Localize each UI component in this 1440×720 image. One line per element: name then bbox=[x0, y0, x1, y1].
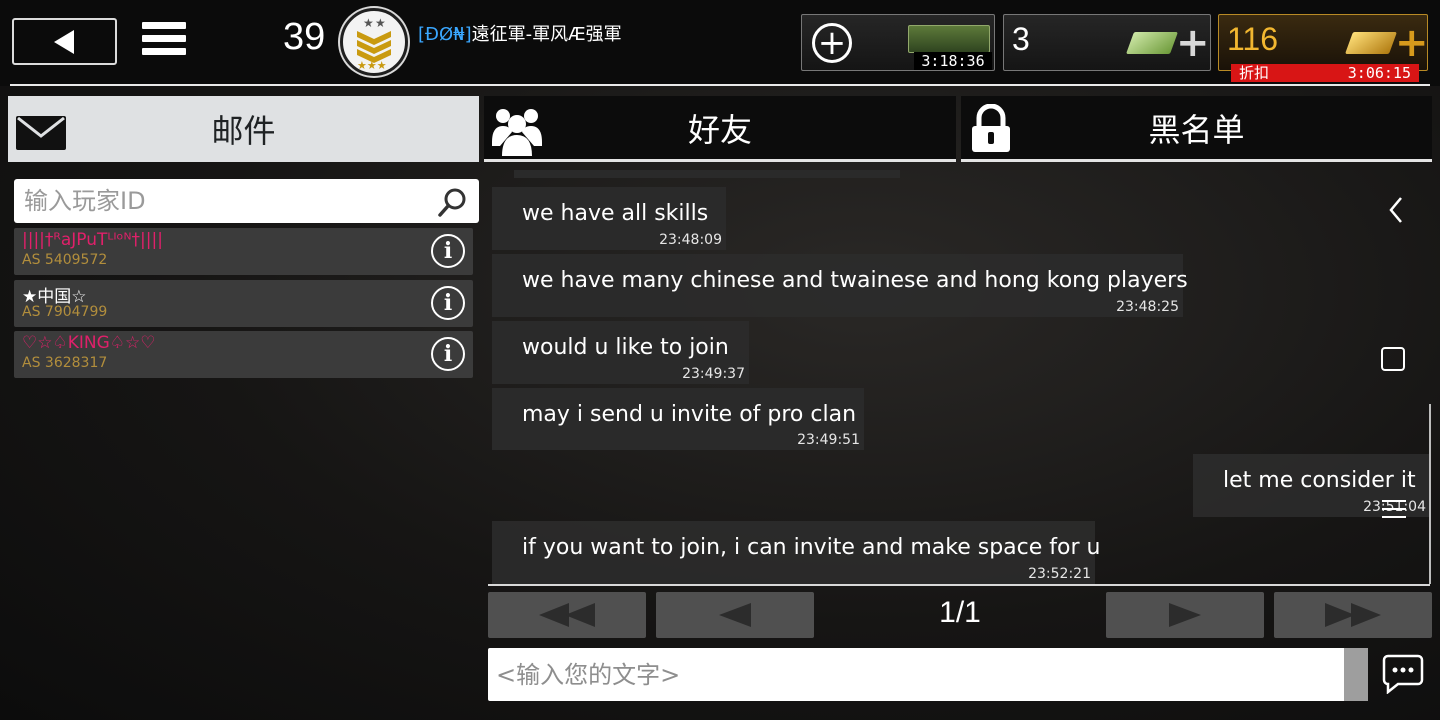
tab-blacklist[interactable]: 黑名单 bbox=[961, 96, 1432, 162]
gold-resource[interactable]: 116 + 折扣 3:06:15 bbox=[1218, 14, 1429, 82]
back-button[interactable] bbox=[12, 18, 117, 65]
back-arrow-icon bbox=[53, 29, 74, 54]
tab-friends-label: 好友 bbox=[687, 110, 752, 149]
cash-count: 3 bbox=[1012, 21, 1030, 57]
tab-blacklist-label: 黑名单 bbox=[1148, 110, 1245, 149]
crate-icon bbox=[908, 25, 990, 53]
hamburger-icon bbox=[142, 22, 186, 29]
chat-message: would u like to join 23:49:37 bbox=[492, 321, 749, 384]
message-time: 23:49:51 bbox=[797, 432, 860, 448]
message-time: 23:48:09 bbox=[659, 232, 722, 248]
svg-text:★: ★ bbox=[375, 16, 386, 30]
player-id: AS 7904799 bbox=[22, 304, 108, 320]
player-row[interactable]: ★中国☆ AS 7904799 i bbox=[14, 280, 473, 327]
tab-mail[interactable]: 邮件 bbox=[8, 96, 479, 162]
message-text: we have all skills bbox=[522, 201, 709, 226]
chevron-left-icon[interactable] bbox=[1388, 196, 1404, 224]
tab-friends[interactable]: 好友 bbox=[484, 96, 956, 162]
last-page-button[interactable] bbox=[1274, 592, 1432, 638]
info-icon[interactable]: i bbox=[431, 337, 465, 371]
chat-message: we have many chinese and twainese and ho… bbox=[492, 254, 1188, 317]
prev-page-button[interactable] bbox=[656, 592, 814, 638]
chat-message: may i send u invite of pro clan 23:49:51 bbox=[492, 388, 864, 450]
player-search bbox=[14, 179, 479, 223]
crate-timer: 3:18:36 bbox=[914, 52, 992, 70]
message-text: would u like to join bbox=[522, 335, 729, 360]
message-text: if you want to join, i can invite and ma… bbox=[522, 535, 1101, 560]
discount-bar: 折扣 3:06:15 bbox=[1231, 64, 1419, 82]
player-name: ♡☆♤KING♤☆♡ bbox=[22, 333, 156, 353]
clan-tag: [ĐØ₦] bbox=[418, 24, 472, 45]
message-time: 23:52:21 bbox=[1028, 566, 1091, 582]
search-icon[interactable] bbox=[437, 186, 469, 218]
chat-message: if you want to join, i can invite and ma… bbox=[492, 521, 1100, 584]
lines-icon[interactable] bbox=[1382, 499, 1406, 519]
player-level: 39 bbox=[283, 16, 326, 58]
clan-name: [ĐØ₦]遠征軍-軍风Æ强軍 bbox=[418, 20, 622, 46]
info-icon[interactable]: i bbox=[431, 234, 465, 268]
add-cash-icon[interactable]: + bbox=[1176, 23, 1210, 63]
double-arrow-right-icon bbox=[1325, 603, 1381, 627]
rank-insignia-icon: ★ ★ ★★★ bbox=[357, 16, 391, 69]
add-crate-icon[interactable]: + bbox=[812, 23, 852, 63]
hamburger-line bbox=[142, 35, 186, 42]
lock-icon bbox=[972, 104, 1010, 152]
message-time: 23:49:37 bbox=[682, 366, 745, 382]
search-input[interactable] bbox=[14, 179, 434, 223]
first-page-button[interactable] bbox=[488, 592, 646, 638]
message-text: may i send u invite of pro clan bbox=[522, 402, 857, 427]
message-time: 23:48:25 bbox=[1116, 299, 1179, 315]
message-text: let me consider it bbox=[1223, 468, 1416, 493]
gold-icon bbox=[1344, 32, 1398, 54]
double-arrow-left-icon bbox=[539, 603, 595, 627]
player-id: AS 3628317 bbox=[22, 355, 108, 371]
next-page-button[interactable] bbox=[1106, 592, 1264, 638]
arrow-right-icon bbox=[1169, 603, 1201, 627]
square-icon[interactable] bbox=[1381, 347, 1405, 371]
friends-icon bbox=[492, 109, 542, 156]
chat-messages[interactable]: we have all skills 23:48:09 we have many… bbox=[488, 170, 1430, 586]
crate-resource[interactable]: + 3:18:36 bbox=[801, 14, 995, 71]
chat-message: we have all skills 23:48:09 bbox=[492, 187, 726, 250]
chat-scrollbar[interactable] bbox=[1429, 404, 1431, 584]
chat-message-partial bbox=[514, 170, 900, 178]
top-bar-divider bbox=[10, 84, 1430, 86]
message-input[interactable] bbox=[488, 648, 1344, 701]
arrow-left-icon bbox=[719, 603, 751, 627]
cash-icon bbox=[1125, 32, 1179, 54]
cash-resource[interactable]: 3 + bbox=[1003, 14, 1211, 71]
envelope-icon bbox=[16, 116, 66, 150]
page-indicator: 1/1 bbox=[939, 596, 981, 629]
player-name: ||||†ᴿaJPuTᴸᴵᵒᴺ†|||| bbox=[22, 230, 163, 250]
hamburger-line bbox=[142, 48, 186, 55]
discount-label: 折扣 bbox=[1239, 64, 1270, 82]
player-id: AS 5409572 bbox=[22, 252, 108, 268]
player-row[interactable]: ♡☆♤KING♤☆♡ AS 3628317 i bbox=[14, 331, 473, 378]
player-row[interactable]: ||||†ᴿaJPuTᴸᴵᵒᴺ†|||| AS 5409572 i bbox=[14, 228, 473, 275]
chat-bubble-icon[interactable] bbox=[1382, 654, 1424, 694]
tab-mail-label: 邮件 bbox=[211, 112, 276, 150]
add-gold-icon[interactable]: + bbox=[1395, 23, 1429, 63]
discount-timer: 3:06:15 bbox=[1347, 64, 1411, 82]
clan-title: 遠征軍-軍风Æ强軍 bbox=[471, 24, 622, 45]
svg-text:★★★: ★★★ bbox=[357, 59, 387, 69]
svg-text:★: ★ bbox=[363, 16, 374, 30]
compose-box bbox=[488, 648, 1368, 701]
message-text: we have many chinese and twainese and ho… bbox=[522, 268, 1188, 293]
chat-divider bbox=[488, 584, 1430, 586]
compose-scrollbar[interactable] bbox=[1344, 648, 1368, 701]
gold-count: 116 bbox=[1227, 21, 1279, 57]
rank-badge-icon[interactable]: ★ ★ ★★★ bbox=[340, 8, 408, 76]
menu-button[interactable] bbox=[142, 22, 186, 62]
info-icon[interactable]: i bbox=[431, 286, 465, 320]
